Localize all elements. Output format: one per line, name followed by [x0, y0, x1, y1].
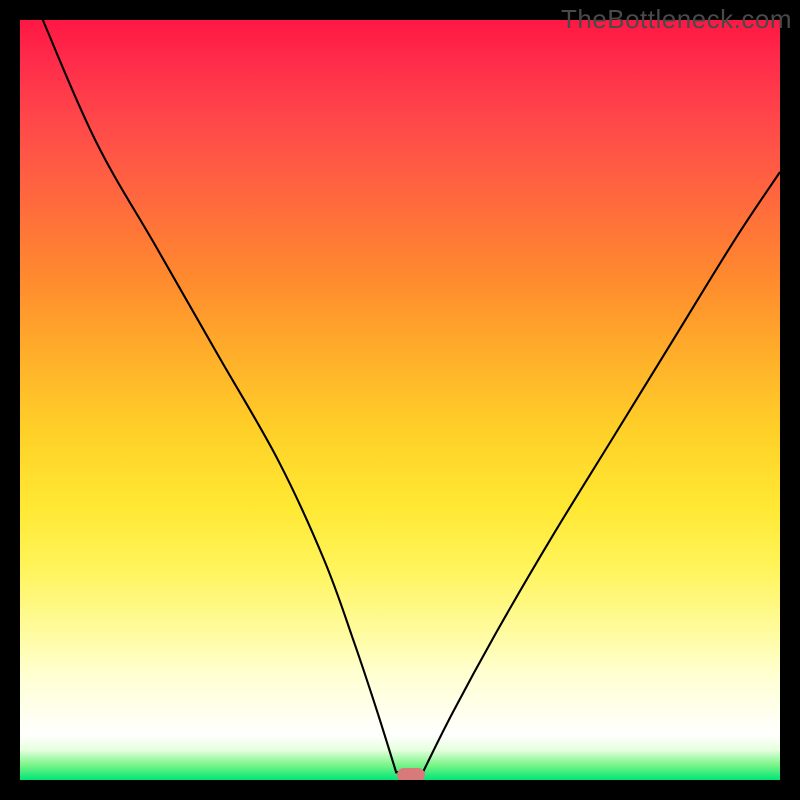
bottleneck-curve: [20, 20, 780, 780]
chart-frame: TheBottleneck.com: [0, 0, 800, 800]
plot-area: [20, 20, 780, 780]
optimal-marker: [397, 768, 425, 780]
watermark-text: TheBottleneck.com: [561, 4, 792, 35]
